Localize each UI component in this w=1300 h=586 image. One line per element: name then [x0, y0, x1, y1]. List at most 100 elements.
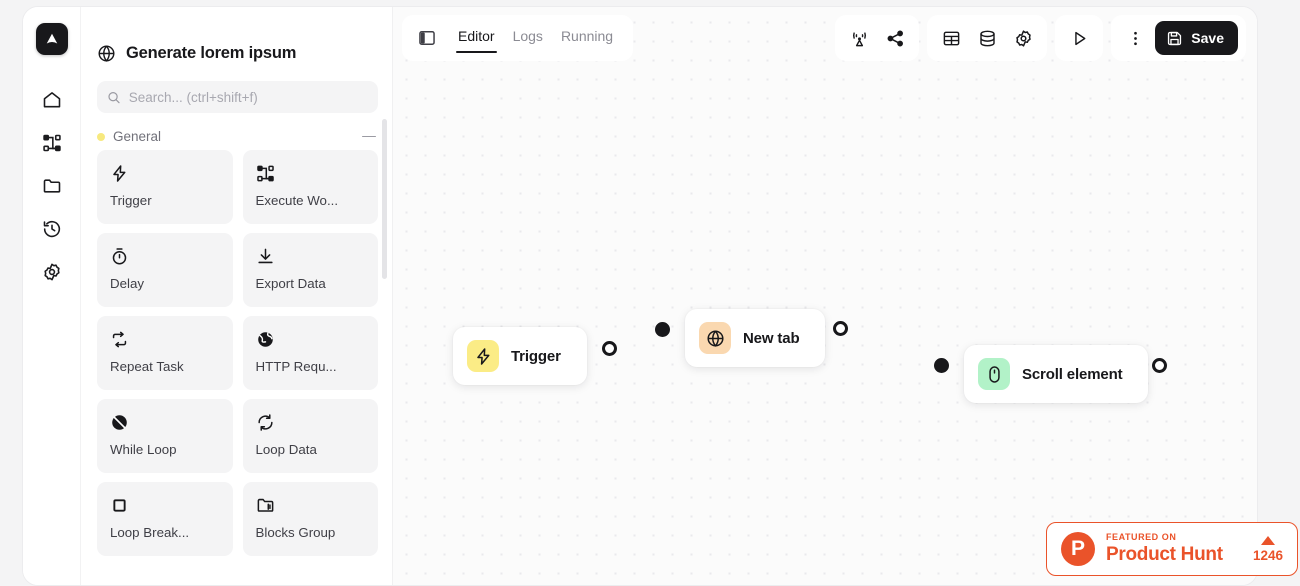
sidebar-item-home[interactable]: [34, 82, 70, 118]
triangle-logo-icon: [43, 30, 61, 48]
block-execute-workflow[interactable]: Execute Wo...: [243, 150, 379, 224]
toolbar-group-run: [1055, 15, 1103, 61]
globe-filled-icon: [256, 328, 367, 350]
product-hunt-votes[interactable]: 1246: [1253, 536, 1283, 563]
broadcast-button[interactable]: [843, 22, 875, 54]
port-scroll-out[interactable]: [1152, 358, 1167, 373]
workflow-icon: [42, 133, 62, 153]
node-trigger[interactable]: Trigger: [453, 327, 587, 385]
block-label: HTTP Requ...: [256, 359, 367, 374]
gear-icon: [1014, 29, 1033, 48]
broadcast-icon: [850, 29, 869, 48]
more-button[interactable]: [1119, 22, 1151, 54]
table-button[interactable]: [935, 22, 967, 54]
save-label: Save: [1191, 30, 1224, 46]
no-entry-icon: [110, 411, 221, 433]
app-logo[interactable]: [36, 23, 68, 55]
square-icon: [110, 494, 221, 516]
block-delay[interactable]: Delay: [97, 233, 233, 307]
bolt-icon: [110, 162, 221, 184]
search-box[interactable]: [97, 81, 378, 113]
port-trigger-out[interactable]: [602, 341, 617, 356]
more-vertical-icon: [1126, 29, 1145, 48]
product-hunt-logo-letter: P: [1071, 537, 1085, 561]
panel-toggle-icon: [418, 29, 436, 47]
blocks-scroll-container[interactable]: Trigger Execute Wo...: [81, 150, 392, 585]
product-hunt-badge[interactable]: P FEATURED ON Product Hunt 1246: [1046, 522, 1298, 576]
block-group-header[interactable]: General: [81, 113, 392, 150]
folder-code-icon: [256, 494, 367, 516]
flow-canvas[interactable]: Editor Logs Running: [393, 7, 1257, 585]
group-color-dot: [97, 133, 105, 141]
node-label: Scroll element: [1022, 366, 1122, 383]
block-http-request[interactable]: HTTP Requ...: [243, 316, 379, 390]
block-while-loop[interactable]: While Loop: [97, 399, 233, 473]
toolbar-group-tools: [927, 15, 1047, 61]
gear-icon: [42, 262, 62, 282]
mouse-icon: [978, 358, 1010, 390]
canvas-toolbar-left: Editor Logs Running: [402, 15, 633, 61]
node-label: New tab: [743, 330, 799, 347]
share-button[interactable]: [879, 22, 911, 54]
port-newtab-out[interactable]: [833, 321, 848, 336]
save-button[interactable]: Save: [1155, 21, 1238, 55]
port-newtab-in[interactable]: [655, 322, 670, 337]
timer-icon: [110, 245, 221, 267]
block-label: Loop Break...: [110, 525, 221, 540]
minus-icon[interactable]: [362, 136, 376, 138]
sidebar-item-history[interactable]: [34, 211, 70, 247]
block-label: Export Data: [256, 276, 367, 291]
product-hunt-kicker: FEATURED ON: [1106, 533, 1242, 542]
port-scroll-in[interactable]: [934, 358, 949, 373]
repeat-icon: [110, 328, 221, 350]
play-icon: [1070, 29, 1089, 48]
app-window: Generate lorem ipsum General: [22, 6, 1258, 586]
globe-filled: [256, 330, 275, 349]
run-button[interactable]: [1063, 22, 1095, 54]
workflow-icon: [256, 162, 367, 184]
settings-button[interactable]: [1007, 22, 1039, 54]
download-icon: [256, 245, 367, 267]
table-icon: [942, 29, 961, 48]
database-button[interactable]: [971, 22, 1003, 54]
share-icon: [886, 29, 905, 48]
sidebar-item-settings[interactable]: [34, 254, 70, 290]
canvas-toolbar-right: Save: [835, 15, 1246, 61]
block-loop-breakpoint[interactable]: Loop Break...: [97, 482, 233, 556]
tab-editor[interactable]: Editor: [450, 24, 503, 53]
block-loop-data[interactable]: Loop Data: [243, 399, 379, 473]
sidebar-item-folders[interactable]: [34, 168, 70, 204]
block-repeat-task[interactable]: Repeat Task: [97, 316, 233, 390]
blocks-panel: Generate lorem ipsum General: [81, 7, 393, 585]
panel-toggle-button[interactable]: [412, 23, 442, 53]
page-title: Generate lorem ipsum: [126, 44, 296, 63]
block-label: Delay: [110, 276, 221, 291]
globe-icon: [97, 44, 116, 63]
database-icon: [978, 29, 997, 48]
sidebar-item-workflows[interactable]: [34, 125, 70, 161]
node-new-tab[interactable]: New tab: [685, 309, 825, 367]
block-label: Blocks Group: [256, 525, 367, 540]
panel-scrollbar[interactable]: [382, 119, 387, 279]
toolbar-group-actions: Save: [1111, 15, 1246, 61]
block-label: Repeat Task: [110, 359, 221, 374]
toolbar-group-share: [835, 15, 919, 61]
block-label: Trigger: [110, 193, 221, 208]
block-label: Execute Wo...: [256, 193, 367, 208]
block-trigger[interactable]: Trigger: [97, 150, 233, 224]
group-label: General: [113, 129, 354, 144]
search-wrapper: [81, 73, 392, 113]
tab-running[interactable]: Running: [553, 24, 621, 53]
product-hunt-text: FEATURED ON Product Hunt: [1106, 533, 1242, 564]
tab-logs[interactable]: Logs: [505, 24, 551, 53]
node-label: Trigger: [511, 348, 561, 365]
folder-icon: [42, 176, 62, 196]
blocks-grid: Trigger Execute Wo...: [97, 150, 378, 556]
search-input[interactable]: [129, 90, 368, 105]
icon-rail: [23, 7, 81, 585]
node-scroll-element[interactable]: Scroll element: [964, 345, 1148, 403]
block-blocks-group[interactable]: Blocks Group: [243, 482, 379, 556]
block-export-data[interactable]: Export Data: [243, 233, 379, 307]
search-icon: [107, 90, 121, 105]
save-icon: [1166, 30, 1183, 47]
